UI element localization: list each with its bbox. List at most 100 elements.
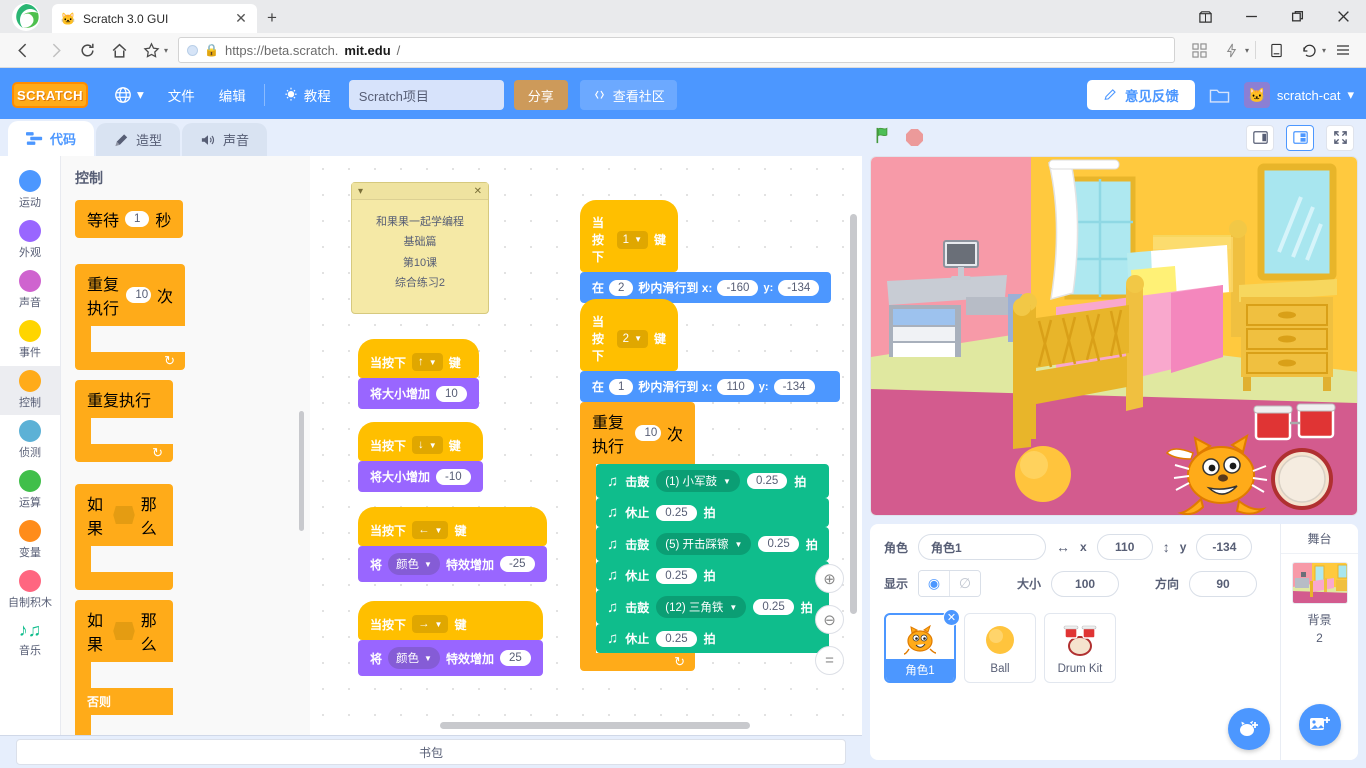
- zoom-in-icon[interactable]: ⊕: [815, 564, 844, 593]
- glide-x-input[interactable]: 110: [717, 378, 754, 395]
- key-dropdown[interactable]: 1 ▼: [616, 230, 648, 249]
- drum-dropdown[interactable]: (5) 开击踩镲 ▼: [656, 533, 752, 555]
- favorites-star-icon[interactable]: [136, 36, 166, 64]
- account-menu[interactable]: 🐱 scratch-cat ▾: [1243, 82, 1354, 108]
- block-input[interactable]: 1: [125, 211, 150, 227]
- my-stuff-button[interactable]: [1195, 86, 1244, 105]
- delete-sprite-icon[interactable]: ✕: [943, 609, 960, 626]
- palette-block-if[interactable]: 如果 那么: [75, 484, 173, 590]
- hat-when-key-pressed[interactable]: 当按下 ← ▼ 键: [358, 507, 547, 546]
- split-screen-icon[interactable]: [1182, 0, 1228, 33]
- glide-seconds-input[interactable]: 1: [609, 378, 634, 395]
- hat-when-key-pressed[interactable]: 当按下 2 ▼ 键: [580, 299, 678, 371]
- show-icon[interactable]: ◉: [919, 571, 950, 596]
- small-stage-button[interactable]: [1246, 124, 1274, 151]
- sprite-name-input[interactable]: 角色1: [918, 534, 1047, 560]
- block-input[interactable]: -25: [499, 556, 535, 572]
- direction-input[interactable]: 90: [1189, 570, 1258, 597]
- y-input[interactable]: -134: [1196, 534, 1253, 560]
- sprite-card-ball[interactable]: Ball: [964, 613, 1036, 683]
- block-play-drum[interactable]: ♫ 击鼓 (5) 开击踩镲 ▼ 0.25 拍: [596, 527, 829, 561]
- backpack-bar[interactable]: 书包: [0, 735, 862, 768]
- block-repeat-10[interactable]: 重复执行 10 次 ♫ 击鼓 (1) 小军鼓 ▼ 0.25 拍 ♫ 休止 0.2…: [580, 402, 840, 671]
- key-dropdown[interactable]: ↑ ▼: [412, 353, 443, 371]
- tab-sounds[interactable]: 声音: [182, 123, 268, 156]
- file-menu[interactable]: 文件: [156, 80, 207, 110]
- script-key-2-glide-drums[interactable]: 当按下 2 ▼ 键 在 1 秒内滑行到 x: 110 y: -134 重复执行 …: [580, 299, 840, 671]
- chevron-down-icon[interactable]: ▾: [1245, 46, 1249, 55]
- block-input[interactable]: -10: [436, 468, 471, 485]
- boolean-slot[interactable]: [113, 622, 135, 640]
- size-input[interactable]: 100: [1051, 570, 1120, 597]
- drum-dropdown[interactable]: (1) 小军鼓 ▼: [656, 470, 740, 492]
- address-bar[interactable]: 🔒 https://beta.scratch. mit.edu /: [178, 37, 1175, 63]
- glide-x-input[interactable]: -160: [717, 279, 759, 296]
- category-my-blocks[interactable]: 自制积木: [0, 566, 60, 615]
- block-change-effect[interactable]: 将 颜色 ▼ 特效增加 -25: [358, 546, 547, 582]
- hat-when-key-pressed[interactable]: 当按下 → ▼ 键: [358, 601, 543, 640]
- script-key-up[interactable]: 当按下 ↑ ▼ 键 将大小增加 10: [358, 339, 479, 409]
- language-menu[interactable]: ▾: [102, 80, 156, 110]
- x-input[interactable]: 110: [1096, 534, 1153, 560]
- hat-when-key-pressed[interactable]: 当按下 ↑ ▼ 键: [358, 339, 479, 378]
- minimize-button[interactable]: [1228, 0, 1274, 33]
- key-dropdown[interactable]: ← ▼: [412, 521, 449, 539]
- back-icon[interactable]: [8, 36, 38, 64]
- browser-tab[interactable]: 🐱 Scratch 3.0 GUI ✕: [52, 4, 257, 33]
- scratch-logo[interactable]: SCRATCH: [12, 82, 88, 108]
- zoom-out-icon[interactable]: ⊖: [815, 605, 844, 634]
- palette-block-forever[interactable]: 重复执行 ↻: [75, 380, 173, 462]
- drum-dropdown[interactable]: (12) 三角铁 ▼: [656, 596, 747, 618]
- menu-hamburger-icon[interactable]: [1328, 36, 1358, 64]
- category-looks[interactable]: 外观: [0, 216, 60, 265]
- category-variables[interactable]: 变量: [0, 516, 60, 565]
- forward-icon[interactable]: [40, 36, 70, 64]
- fullscreen-button[interactable]: [1326, 124, 1354, 151]
- comment-collapse-icon[interactable]: ▾: [358, 186, 363, 197]
- block-play-drum[interactable]: ♫ 击鼓 (12) 三角铁 ▼ 0.25 拍: [596, 590, 829, 624]
- backdrop-thumbnail[interactable]: [1291, 562, 1348, 604]
- key-dropdown[interactable]: → ▼: [412, 615, 449, 633]
- block-glide-to-xy[interactable]: 在 1 秒内滑行到 x: 110 y: -134: [580, 371, 840, 402]
- qr-code-icon[interactable]: [1185, 36, 1215, 64]
- beats-input[interactable]: 0.25: [746, 473, 788, 489]
- script-key-right[interactable]: 当按下 → ▼ 键 将 颜色 ▼ 特效增加 25: [358, 601, 543, 676]
- category-sensing[interactable]: 侦测: [0, 416, 60, 465]
- hat-when-key-pressed[interactable]: 当按下 1 ▼ 键: [580, 200, 678, 272]
- hat-when-key-pressed[interactable]: 当按下 ↓ ▼ 键: [358, 422, 483, 461]
- glide-y-input[interactable]: -134: [778, 279, 820, 296]
- tab-costumes[interactable]: 造型: [96, 123, 181, 156]
- block-palette[interactable]: 控制 等待 1 秒 重复执行 10 次 ↻ 重复执行 ↻ 如果 那么 如果 那么…: [61, 156, 310, 735]
- category-events[interactable]: 事件: [0, 316, 60, 365]
- comment-close-icon[interactable]: ✕: [474, 186, 482, 197]
- add-backdrop-button[interactable]: [1299, 704, 1341, 746]
- hide-icon[interactable]: ∅: [950, 571, 981, 596]
- history-caret-icon[interactable]: ▾: [1322, 46, 1326, 55]
- script-key-1-glide[interactable]: 当按下 1 ▼ 键 在 2 秒内滑行到 x: -160 y: -134: [580, 200, 832, 303]
- category-sound[interactable]: 声音: [0, 266, 60, 315]
- sprite-card-drum-kit[interactable]: Drum Kit: [1044, 613, 1116, 683]
- maximize-button[interactable]: [1274, 0, 1320, 33]
- flash-icon[interactable]: [1217, 36, 1247, 64]
- repeat-times-input[interactable]: 10: [635, 425, 661, 441]
- reload-icon[interactable]: [72, 36, 102, 64]
- large-stage-button[interactable]: [1286, 124, 1314, 151]
- project-name-input[interactable]: Scratch项目: [348, 80, 504, 110]
- window-close-button[interactable]: [1320, 0, 1366, 33]
- block-change-size[interactable]: 将大小增加 -10: [358, 461, 483, 492]
- boolean-slot[interactable]: [113, 506, 135, 524]
- key-dropdown[interactable]: 2 ▼: [616, 329, 648, 348]
- beats-input[interactable]: 0.25: [753, 599, 794, 615]
- workspace-vertical-scrollbar[interactable]: [850, 214, 857, 614]
- glide-y-input[interactable]: -134: [773, 378, 815, 395]
- category-control[interactable]: 控制: [0, 366, 60, 415]
- add-sprite-button[interactable]: [1228, 708, 1270, 750]
- beats-input[interactable]: 0.25: [656, 567, 697, 584]
- beats-input[interactable]: 0.25: [758, 536, 799, 552]
- block-rest[interactable]: ♫ 休止 0.25 拍: [596, 561, 829, 590]
- tab-code[interactable]: 代码: [8, 121, 95, 156]
- block-play-drum[interactable]: ♫ 击鼓 (1) 小军鼓 ▼ 0.25 拍: [596, 464, 829, 498]
- tutorials-menu[interactable]: 教程: [271, 80, 343, 110]
- block-rest[interactable]: ♫ 休止 0.25 拍: [596, 624, 829, 653]
- share-button[interactable]: 分享: [513, 80, 568, 110]
